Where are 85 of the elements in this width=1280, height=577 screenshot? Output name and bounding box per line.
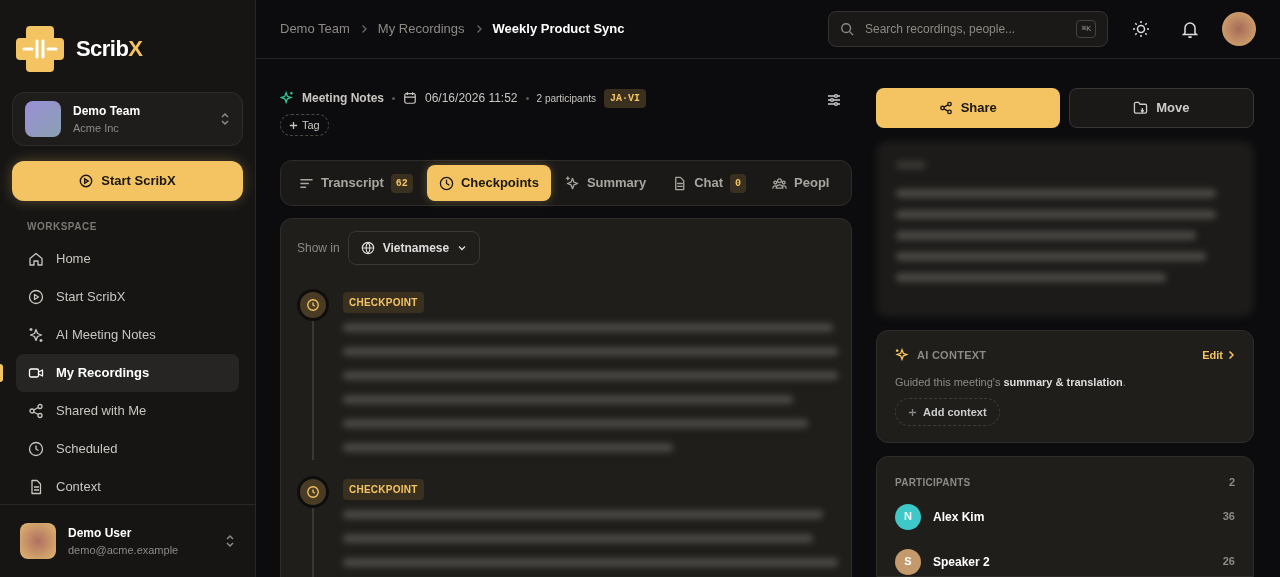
sliders-icon[interactable] — [826, 92, 842, 108]
language-dropdown[interactable]: Vietnamese — [347, 231, 481, 265]
participant-name: Speaker 2 — [933, 553, 991, 571]
count-badge: 0 — [730, 173, 747, 193]
show-in-label: Show in — [297, 240, 340, 257]
participant-avatar: S — [895, 548, 921, 575]
search-icon — [840, 22, 854, 36]
breadcrumb-link[interactable]: My Recordings — [377, 19, 465, 39]
participant-count: 2 participants — [536, 91, 597, 106]
active-indicator — [0, 364, 3, 382]
tab[interactable]: Checkpoints — [426, 165, 551, 201]
bell-icon[interactable] — [1182, 20, 1198, 38]
tab[interactable]: Chat 0 — [660, 165, 759, 201]
team-org: Acme Inc — [73, 120, 120, 136]
team-name: Demo Team — [73, 102, 142, 120]
sparkle-icon — [280, 91, 294, 105]
participant-name: Alex Kim — [933, 508, 986, 526]
user-email: demo@acme.example — [68, 542, 180, 558]
document-icon — [28, 479, 44, 495]
chevron-updown-icon — [220, 112, 230, 126]
globe-icon — [360, 241, 375, 255]
checkpoint-label: CHECKPOINT — [343, 292, 424, 313]
team-avatar — [25, 101, 61, 137]
people-icon — [772, 175, 788, 191]
clock-icon — [28, 441, 44, 457]
clock-icon — [306, 485, 320, 499]
calendar-icon — [403, 91, 417, 105]
edit-link[interactable]: Edit — [1202, 347, 1235, 364]
nav-item[interactable]: Scheduled — [16, 430, 239, 468]
meeting-datetime: 06/16/2026 11:52 — [425, 90, 518, 107]
folder-icon — [1133, 101, 1149, 115]
share-button[interactable]: Share — [876, 88, 1060, 128]
tab[interactable]: Peopl — [760, 165, 842, 201]
chevron-right-icon — [359, 24, 368, 34]
checkpoint-label: CHECKPOINT — [343, 479, 424, 500]
user-avatar[interactable] — [20, 523, 56, 559]
chevron-right-icon — [1227, 350, 1235, 361]
plus-icon — [908, 407, 917, 417]
user-avatar[interactable] — [1222, 12, 1256, 46]
sparkle-icon — [28, 327, 44, 343]
breadcrumb-link[interactable]: Demo Team — [280, 19, 350, 39]
sparkle-icon — [564, 175, 580, 191]
breadcrumb-current: Weekly Product Sync — [492, 20, 625, 39]
tab[interactable]: Summary — [552, 165, 659, 201]
nav-item[interactable]: Context — [16, 468, 239, 506]
count-badge: 62 — [390, 173, 413, 193]
context-description: Guided this meeting's summary & translation. — [895, 374, 1127, 390]
move-button[interactable]: Move — [1068, 88, 1254, 128]
nav-item[interactable]: Start ScribX — [16, 278, 239, 316]
section-label: WORKSPACE — [26, 220, 98, 234]
home-icon — [28, 251, 44, 267]
chevron-down-icon — [457, 243, 468, 253]
team-switcher[interactable]: Demo Team Acme Inc — [12, 92, 243, 146]
sparkle-icon — [895, 348, 909, 363]
share-icon — [938, 101, 953, 115]
shortcut-key: ⌘K — [1076, 20, 1096, 38]
nav-item[interactable]: Home — [16, 240, 239, 278]
nav-item[interactable]: AI Meeting Notes — [16, 316, 239, 354]
plus-icon — [289, 120, 298, 130]
segment-count: 36 — [1222, 509, 1235, 525]
language-badge: JA·VI — [604, 88, 647, 108]
dot-separator — [392, 96, 395, 100]
segment-count: 26 — [1222, 554, 1235, 570]
section-title: PARTICIPANTS — [895, 475, 972, 490]
play-circle-icon — [28, 289, 44, 305]
user-name: Demo User — [68, 524, 133, 542]
logo-icon — [16, 25, 64, 72]
chevron-updown-icon — [225, 534, 235, 548]
meeting-type: Meeting Notes — [302, 90, 384, 107]
participant-total: 2 — [1228, 475, 1235, 490]
share-icon — [28, 403, 44, 419]
tab[interactable]: Transcript 62 — [287, 165, 425, 201]
clock-icon — [306, 298, 320, 312]
nav-item[interactable]: Shared with Me — [16, 392, 239, 430]
section-title: AI CONTEXT — [917, 348, 988, 363]
clock-icon — [438, 175, 454, 191]
brand-name: ScribX — [76, 35, 143, 63]
play-circle-icon — [79, 174, 94, 188]
chevron-right-icon — [474, 24, 483, 34]
participant-avatar: N — [895, 503, 921, 530]
dot-separator — [525, 96, 529, 100]
video-camera-icon — [28, 365, 44, 381]
nav-item[interactable]: My Recordings — [16, 354, 239, 392]
start-button[interactable]: Start ScribX — [12, 161, 243, 201]
sun-icon[interactable] — [1132, 20, 1150, 38]
